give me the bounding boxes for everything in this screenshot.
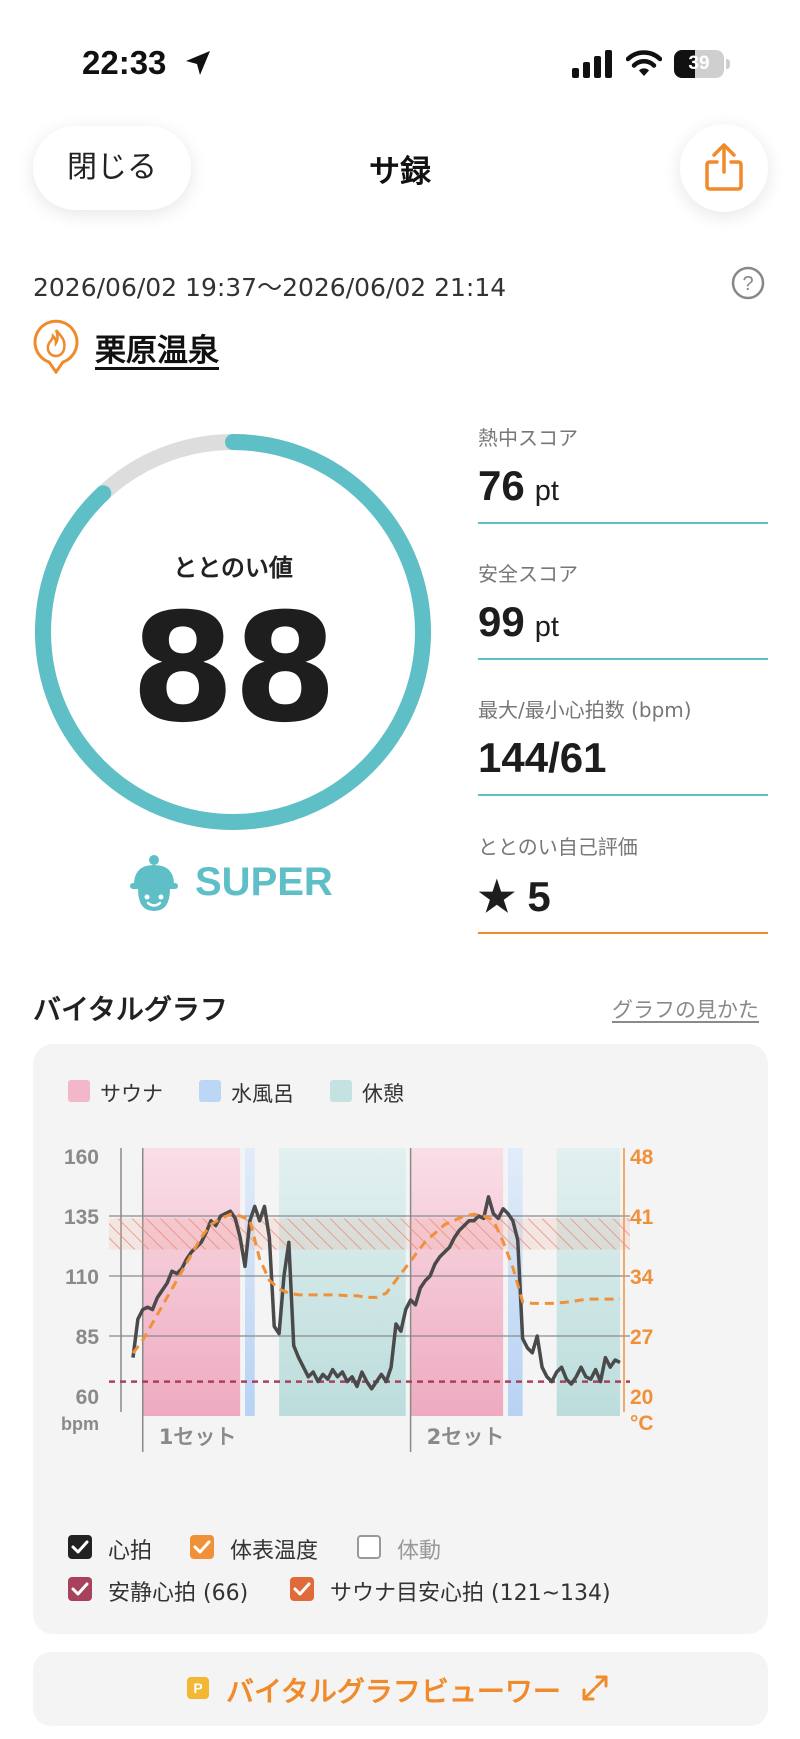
gauge-value: 88 [130, 582, 338, 756]
divider [478, 794, 768, 796]
legend-swatch-sauna [68, 1080, 90, 1102]
heat-score-value: 76 pt [478, 462, 559, 509]
help-icon[interactable]: ? [731, 266, 765, 300]
body-motion-toggle-label: 体動 [397, 1539, 442, 1564]
sauna-fire-pin-icon [33, 319, 79, 374]
heart-rate-range-value: 144/61 [478, 734, 607, 781]
y-left-unit: bpm [61, 1414, 99, 1434]
check-icon [193, 1540, 211, 1554]
close-button[interactable]: 閉じる [33, 126, 191, 210]
divider [478, 658, 768, 660]
check-icon [71, 1582, 89, 1596]
battery-icon: 39 [674, 50, 730, 78]
resting-hr-checkbox[interactable] [68, 1577, 92, 1601]
y-right-unit: °C [630, 1412, 654, 1435]
premium-badge: P [187, 1677, 209, 1699]
facility-link[interactable]: 栗原温泉 [95, 325, 219, 370]
rank-label: SUPER [195, 860, 333, 904]
legend-rest: 休憩 [362, 1082, 404, 1106]
share-icon [705, 143, 743, 191]
skin-temp-checkbox[interactable] [190, 1535, 214, 1559]
set-label: 1セット [159, 1425, 237, 1449]
target-hr-checkbox[interactable] [290, 1577, 314, 1601]
graph-viewer-label: バイタルグラフビューワー [226, 1675, 561, 1708]
divider [478, 522, 768, 524]
status-time: 22:33 [82, 44, 167, 81]
y-left-tick-label: 85 [76, 1326, 100, 1349]
share-button[interactable] [680, 124, 768, 212]
y-right-tick-label: 20 [630, 1386, 653, 1409]
session-date-range: 2026/06/02 19:37〜2026/06/02 21:14 [33, 273, 507, 302]
check-icon [71, 1540, 89, 1554]
location-arrow-icon [186, 51, 210, 75]
divider [478, 932, 768, 934]
resting-hr-toggle-label: 安静心拍 (66) [108, 1581, 249, 1606]
page-title: サ録 [369, 154, 431, 190]
y-left-tick-label: 135 [64, 1206, 99, 1229]
graph-guide-link[interactable]: グラフの見かた [612, 994, 759, 1024]
safety-score-value: 99 pt [478, 598, 559, 645]
self-rating-label: ととのい自己評価 [478, 835, 638, 859]
y-right-tick-label: 48 [630, 1146, 654, 1169]
y-right-tick-label: 27 [630, 1326, 653, 1349]
y-left-tick-label: 60 [76, 1386, 99, 1409]
skin-temp-toggle-label: 体表温度 [230, 1539, 319, 1564]
target-hr-toggle-label: サウナ目安心拍 (121~134) [330, 1581, 611, 1606]
set-label: 2セット [427, 1425, 505, 1449]
sauna-hat-mascot-icon [130, 855, 178, 911]
cellular-signal-icon [572, 50, 612, 78]
y-left-tick-label: 160 [64, 1146, 99, 1169]
y-left-tick-label: 110 [65, 1266, 99, 1289]
legend-sauna: サウナ [100, 1082, 163, 1106]
body-motion-checkbox[interactable] [357, 1535, 381, 1559]
gauge-label: ととのい値 [173, 554, 293, 582]
section-title: バイタルグラフ [33, 993, 228, 1026]
svg-text:?: ? [742, 273, 753, 295]
legend-swatch-rest [330, 1080, 352, 1102]
legend-swatch-cold-bath [199, 1080, 221, 1102]
heart-rate-checkbox[interactable] [68, 1535, 92, 1559]
vital-chart: 160 135 110 85 60 48 41 34 27 20 bpm °C 1セット 2セット [61, 1146, 654, 1452]
heart-rate-toggle-label: 心拍 [108, 1539, 153, 1564]
self-rating-value[interactable]: ★ 5 [478, 872, 551, 921]
phase-sauna [142, 1148, 241, 1416]
heart-rate-range-label: 最大/最小心拍数 (bpm) [478, 698, 692, 722]
target-hr-band [109, 1218, 630, 1250]
wifi-icon [626, 50, 662, 76]
y-right-tick-label: 41 [630, 1206, 654, 1229]
phase-cold [245, 1148, 255, 1416]
legend-cold-bath: 水風呂 [231, 1082, 294, 1106]
expand-icon [582, 1675, 608, 1701]
safety-score-label: 安全スコア [478, 562, 578, 586]
check-icon [293, 1582, 311, 1596]
heat-score-label: 熱中スコア [478, 426, 578, 450]
battery-level: 39 [688, 53, 710, 74]
y-right-tick-label: 34 [630, 1266, 654, 1289]
